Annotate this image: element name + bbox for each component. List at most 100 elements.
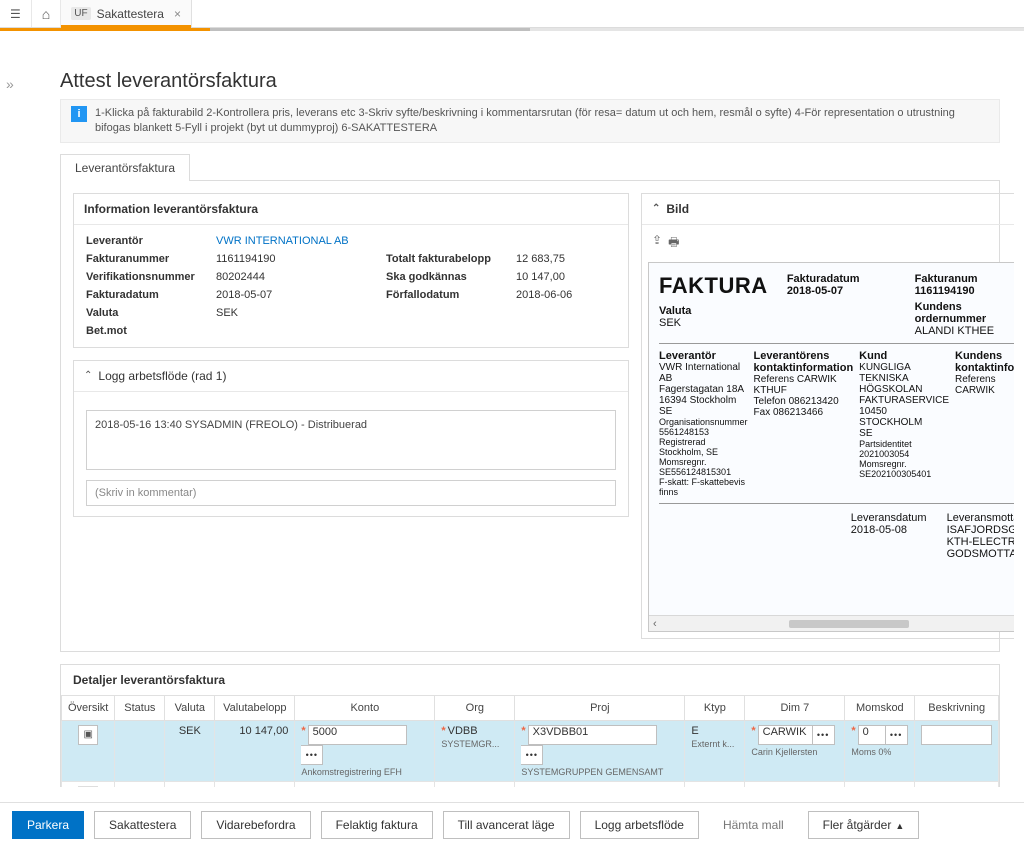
value-valuta: SEK [216,307,376,319]
value-ska-godkannas: 10 147,00 [516,271,616,283]
log-entry: 2018-05-16 13:40 SYSADMIN (FREOLO) - Dis… [86,410,616,470]
main-content: Attest leverantörsfaktura i 1-Klicka på … [46,60,1014,787]
parkera-button[interactable]: Parkera [12,811,84,839]
print-icon[interactable]: 🖶 [668,233,679,254]
required-marker: * [301,725,305,737]
bild-panel-header[interactable]: ⌃ Bild [642,194,1014,225]
inv-levmott-h: Leveransmotta [947,512,1014,524]
col-org[interactable]: Org [435,695,515,720]
inv-kundmoms: SE202100305401 [859,469,949,479]
cell-momskod: 11 [845,781,915,787]
details-section: Detaljer leverantörsfaktura Översikt Sta… [60,664,1000,787]
inv-parts-label: Partsidentitet [859,439,949,449]
row-expand-button[interactable]: ▣ [78,725,98,745]
col-konto[interactable]: Konto [295,695,435,720]
konto-subtext: Ankomstregistrering EFH [301,767,428,777]
momskod-input[interactable]: 0 [858,725,886,745]
col-oversikt[interactable]: Översikt [62,695,115,720]
home-icon [42,6,50,22]
org-subtext: SYSTEMGR... [441,739,508,749]
scrollbar-thumb[interactable] [789,620,909,628]
dim7-subtext: Carin Kjellersten [751,747,838,757]
col-dim7[interactable]: Dim 7 [745,695,845,720]
col-valutabelopp[interactable]: Valutabelopp [215,695,295,720]
avancerat-button[interactable]: Till avancerat läge [443,811,570,839]
col-beskrivning[interactable]: Beskrivning [915,695,999,720]
log-panel-title: Logg arbetsflöde (rad 1) [98,369,226,383]
required-marker: * [851,725,855,737]
sidebar-toggle[interactable]: » [6,76,14,92]
info-banner: i 1-Klicka på fakturabild 2-Kontrollera … [60,99,1000,143]
required-marker: * [521,725,525,737]
inv-lev-tel: Telefon 086213420 [754,396,854,407]
col-proj[interactable]: Proj [515,695,685,720]
menu-icon [10,7,21,21]
ktyp-value: E [691,725,698,737]
top-tab-bar: UF Sakattestera × [0,0,1024,28]
sakattestera-button[interactable]: Sakattestera [94,811,191,839]
bild-panel-title: Bild [666,202,689,216]
col-momskod[interactable]: Momskod [845,695,915,720]
log-panel-header[interactable]: ⌃ Logg arbetsflöde (rad 1) [74,361,628,392]
beskrivning-input[interactable] [921,725,992,745]
inv-moms: SE556124815301 [659,467,748,477]
logg-button[interactable]: Logg arbetsflöde [580,811,699,839]
inv-fskatt: F-skatt: F-skattebevis finns [659,477,748,497]
value-leverantor[interactable]: VWR INTERNATIONAL AB [216,235,376,247]
felaktig-faktura-button[interactable]: Felaktig faktura [321,811,433,839]
comment-input[interactable]: (Skriv in kommentar) [86,480,616,506]
home-button[interactable] [32,0,61,27]
konto-input[interactable]: 5000 [308,725,407,745]
col-status[interactable]: Status [115,695,165,720]
inv-kund-h: Kund [859,350,949,362]
fler-atgarder-button[interactable]: Fler åtgärder▲ [808,811,920,839]
close-icon[interactable]: × [174,7,181,21]
col-valuta[interactable]: Valuta [165,695,215,720]
col-ktyp[interactable]: Ktyp [685,695,745,720]
invoice-scrollbar-horizontal[interactable]: ‹ › [649,615,1014,631]
inv-fakturanummer: 1161194190 [915,285,1014,297]
menu-button[interactable] [0,0,32,27]
info-panel: Information leverantörsfaktura Leverantö… [73,193,629,348]
konto-picker[interactable]: ••• [301,745,323,765]
cell-status [115,720,165,781]
proj-input[interactable]: X3VDBB01 [528,725,657,745]
row-expand-button[interactable]: ▣ [78,786,98,787]
ktyp-subtext: Externt k... [691,739,738,749]
hamta-mall-button[interactable]: Hämta mall [709,812,798,838]
value-betmot [216,325,376,337]
info-panel-title: Information leverantörsfaktura [74,194,628,225]
chevron-up-icon: ⌃ [84,370,92,381]
table-row: ▣ SEK -12 683,75 2581 VAX E 11 [62,781,999,787]
proj-picker[interactable]: ••• [521,745,543,765]
invoice-image-frame[interactable]: FAKTURA Valuta SEK Fakturadatum 2018-05-… [648,262,1014,632]
cell-valutabelopp: -12 683,75 [215,781,295,787]
details-table: Översikt Status Valuta Valutabelopp Kont… [61,695,999,787]
vidarebefordra-button[interactable]: Vidarebefordra [201,811,310,839]
inv-reg-label: Registrerad [659,437,748,447]
table-row: ▣ SEK 10 147,00 *5000••• Ankomstregistre… [62,720,999,781]
invoice-title: FAKTURA [659,273,779,299]
inv-kund-ref: Referens CARWIK [955,374,1014,396]
fler-label: Fler åtgärder [823,818,892,832]
scroll-left-icon[interactable]: ‹ [653,618,657,630]
export-icon[interactable]: ⇪ [652,233,662,254]
tab-sakattestera[interactable]: UF Sakattestera × [61,0,192,27]
required-marker: * [441,725,445,737]
cell-valutabelopp: 10 147,00 [215,720,295,781]
inv-reg: Stockholm, SE [659,447,748,457]
value-forfallo: 2018-06-06 [516,289,616,301]
dim7-input[interactable]: CARWIK [758,725,813,745]
tab-leverantorsfaktura[interactable]: Leverantörsfaktura [60,154,190,181]
action-bar: Parkera Sakattestera Vidarebefordra Fela… [0,802,1024,847]
label-leverantor: Leverantör [86,235,206,247]
value-fakturadatum: 2018-05-07 [216,289,376,301]
dim7-picker[interactable]: ••• [813,725,835,745]
tab-label: Sakattestera [97,7,164,21]
inv-orgnr-label: Organisationsnummer [659,417,748,427]
momskod-picker[interactable]: ••• [886,725,908,745]
value-verifikationsnummer: 80202444 [216,271,376,283]
log-panel: ⌃ Logg arbetsflöde (rad 1) 2018-05-16 13… [73,360,629,517]
inv-fakturadatum-label: Fakturadatum [787,273,907,285]
label-totalt: Totalt fakturabelopp [386,253,506,265]
